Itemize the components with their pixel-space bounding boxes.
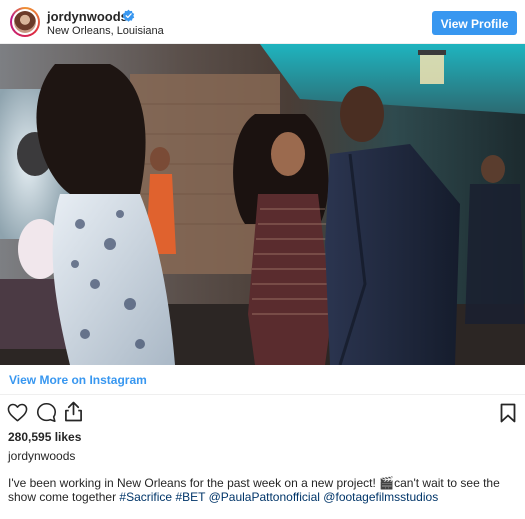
view-profile-button[interactable]: View Profile [432, 11, 517, 35]
verified-badge-icon [122, 9, 135, 22]
post-photo[interactable] [0, 44, 525, 365]
mention-paulapattonofficial[interactable]: @PaulaPattonofficial [209, 490, 320, 504]
bookmark-icon[interactable] [500, 403, 516, 423]
avatar[interactable] [10, 7, 40, 37]
like-count[interactable]: 280,595 likes [8, 430, 81, 444]
instagram-embed: jordynwoods New Orleans, Louisiana View … [0, 0, 525, 519]
avatar-photo [14, 11, 36, 33]
hashtag-sacrifice[interactable]: #Sacrifice [119, 490, 172, 504]
comment-icon[interactable] [36, 402, 57, 423]
post-header: jordynwoods New Orleans, Louisiana View … [0, 0, 525, 44]
heart-icon[interactable] [7, 403, 28, 422]
poster-username[interactable]: jordynwoods [8, 449, 75, 463]
post-photo-image [0, 44, 525, 365]
avatar-ring [12, 9, 38, 35]
view-more-on-instagram-link[interactable]: View More on Instagram [9, 373, 147, 387]
username[interactable]: jordynwoods [47, 9, 128, 24]
post-caption: I've been working in New Orleans for the… [8, 476, 518, 504]
location-link[interactable]: New Orleans, Louisiana [47, 25, 164, 37]
hashtag-bet[interactable]: #BET [175, 490, 205, 504]
share-icon[interactable] [64, 401, 83, 422]
view-more-bar: View More on Instagram [0, 365, 525, 395]
mention-footagefilmsstudios[interactable]: @footagefilmsstudios [323, 490, 438, 504]
